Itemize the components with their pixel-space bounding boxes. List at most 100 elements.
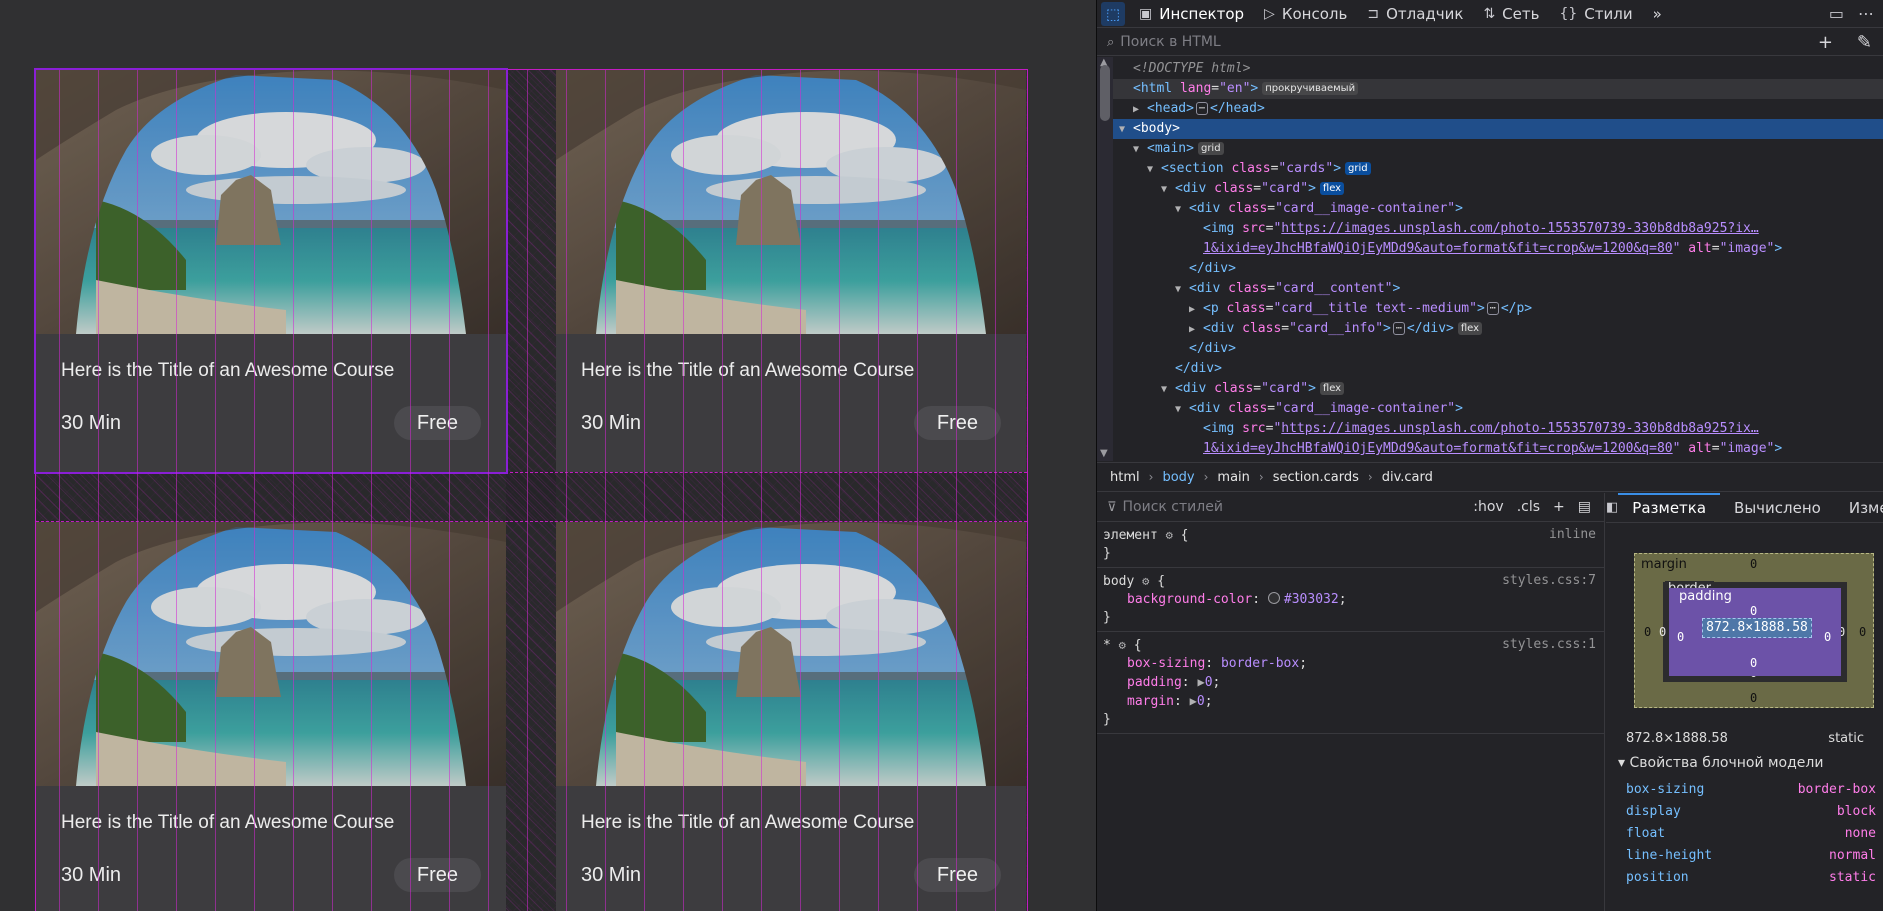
tree-node[interactable]: ▼ <div class="card__content">: [1113, 279, 1883, 299]
padding-right[interactable]: 0: [1824, 630, 1831, 644]
tree-node[interactable]: <!DOCTYPE html>: [1113, 59, 1883, 79]
rule-universal[interactable]: * ⚙ { box-sizing: border-box; padding: ▶…: [1097, 632, 1604, 734]
rule-element[interactable]: элемент ⚙ { } inline: [1097, 522, 1604, 568]
img-src-link[interactable]: 1&ixid=eyJhcHBfaWQiOjEyMDd9&auto=format&…: [1203, 441, 1673, 456]
collapse-triangle-icon[interactable]: ▼: [1119, 120, 1133, 140]
expand-triangle-icon[interactable]: ▶: [1189, 320, 1203, 340]
tree-node[interactable]: ▼ <div class="card"> flex: [1113, 179, 1883, 199]
expand-triangle-icon[interactable]: ▶: [1197, 675, 1204, 689]
tab-styles[interactable]: {} Стили: [1549, 0, 1642, 28]
breadcrumb-main[interactable]: main ›: [1217, 470, 1272, 485]
tab-console[interactable]: ▷ Консоль: [1254, 0, 1357, 28]
flex-badge[interactable]: flex: [1457, 322, 1483, 335]
tree-node[interactable]: <img src="https://images.unsplash.com/ph…: [1113, 219, 1883, 239]
dock-icon[interactable]: ▭: [1829, 4, 1844, 23]
collapse-triangle-icon[interactable]: ▼: [1175, 280, 1189, 300]
collapsed-ellipsis[interactable]: ⋯: [1195, 102, 1208, 115]
tree-node[interactable]: ▼ <div class="card__image-container">: [1113, 399, 1883, 419]
scroll-badge[interactable]: прокручиваемый: [1262, 82, 1359, 95]
print-media-icon[interactable]: ▤: [1578, 499, 1591, 515]
box-prop-row[interactable]: position static: [1626, 867, 1876, 889]
tab-debugger[interactable]: ⊐ Отладчик: [1357, 0, 1473, 28]
add-node-icon[interactable]: +: [1818, 32, 1833, 53]
expand-triangle-icon[interactable]: ▶: [1190, 694, 1197, 708]
gear-icon[interactable]: ⚙: [1119, 638, 1126, 652]
card[interactable]: Here is the Title of an Awesome Course 3…: [556, 70, 1026, 472]
collapse-triangle-icon[interactable]: ▼: [1133, 140, 1147, 160]
breadcrumb-div[interactable]: div.card: [1382, 470, 1433, 485]
styles-search-input[interactable]: [1122, 499, 1474, 515]
css-value[interactable]: border-box: [1221, 656, 1299, 671]
css-property[interactable]: background-color: [1127, 592, 1252, 607]
grid-badge[interactable]: grid: [1197, 142, 1224, 155]
breadcrumb-html[interactable]: html ›: [1110, 470, 1162, 485]
color-swatch[interactable]: [1267, 592, 1280, 604]
add-rule-icon[interactable]: +: [1553, 499, 1565, 515]
tab-inspector[interactable]: ▣ Инспектор: [1129, 0, 1254, 28]
padding-left[interactable]: 0: [1677, 630, 1684, 644]
tree-node[interactable]: </div>: [1113, 339, 1883, 359]
tab-network[interactable]: ⇅ Сеть: [1473, 0, 1549, 28]
more-tabs-button[interactable]: »: [1643, 0, 1672, 28]
overflow-menu-icon[interactable]: ⋯: [1858, 4, 1874, 23]
tree-node[interactable]: </div>: [1113, 359, 1883, 379]
html-search-input[interactable]: [1120, 34, 1806, 50]
padding-top[interactable]: 0: [1750, 604, 1757, 618]
margin-top[interactable]: 0: [1750, 557, 1757, 571]
flex-badge-active[interactable]: flex: [1319, 182, 1345, 195]
price-badge[interactable]: Free: [913, 858, 1001, 892]
tree-node[interactable]: ▶ <div class="card__info"> ⋯ </div> flex: [1113, 319, 1883, 339]
tree-node[interactable]: ▼ <section class="cards"> grid: [1113, 159, 1883, 179]
flex-badge[interactable]: flex: [1319, 382, 1345, 395]
gear-icon[interactable]: ⚙: [1166, 528, 1173, 542]
price-badge[interactable]: Free: [393, 858, 481, 892]
tree-node[interactable]: <img src="https://images.unsplash.com/ph…: [1113, 419, 1883, 439]
tree-node[interactable]: ▶ <p class="card__title text--medium"> ⋯ </…: [1113, 299, 1883, 319]
margin-right[interactable]: 0: [1859, 625, 1866, 639]
box-prop-row[interactable]: line-height normal: [1626, 845, 1876, 867]
box-model-content[interactable]: 872.8×1888.58: [1702, 618, 1812, 638]
card[interactable]: Here is the Title of an Awesome Course 3…: [36, 522, 506, 911]
css-property[interactable]: box-sizing: [1127, 656, 1205, 671]
collapsed-ellipsis[interactable]: ⋯: [1392, 322, 1405, 335]
tab-layout[interactable]: Разметка: [1618, 493, 1721, 522]
tree-node-selected[interactable]: ▼ <body>: [1113, 119, 1883, 139]
tree-node[interactable]: ▼ <main> grid: [1113, 139, 1883, 159]
breadcrumb-body[interactable]: body ›: [1162, 470, 1217, 485]
rule-body[interactable]: body ⚙ { background-color: #303032; } st…: [1097, 568, 1604, 632]
css-value[interactable]: 0: [1197, 694, 1205, 709]
box-model-margin[interactable]: margin 0 0 0 0 border 0 0 0 0 padding 0 …: [1634, 553, 1874, 708]
price-badge[interactable]: Free: [913, 406, 1001, 440]
img-src-link[interactable]: https://images.unsplash.com/photo-155357…: [1281, 421, 1758, 436]
tree-node[interactable]: ▼ <div class="card"> flex: [1113, 379, 1883, 399]
breadcrumb-section[interactable]: section.cards ›: [1273, 470, 1382, 485]
tab-computed[interactable]: Вычислено: [1720, 493, 1835, 522]
css-property[interactable]: padding: [1127, 675, 1182, 690]
tree-node[interactable]: ▼ <div class="card__image-container">: [1113, 199, 1883, 219]
margin-bottom[interactable]: 0: [1750, 691, 1757, 705]
rule-source[interactable]: styles.css:1: [1502, 636, 1596, 654]
grid-badge-active[interactable]: grid: [1345, 162, 1371, 175]
expand-triangle-icon[interactable]: ▶: [1133, 100, 1147, 120]
img-src-link[interactable]: 1&ixid=eyJhcHBfaWQiOjEyMDd9&auto=format&…: [1203, 241, 1673, 256]
card[interactable]: Here is the Title of an Awesome Course 3…: [34, 68, 508, 474]
box-props-toggle[interactable]: ▾ Свойства блочной модели: [1618, 755, 1823, 771]
box-prop-row[interactable]: float none: [1626, 823, 1876, 845]
expand-triangle-icon[interactable]: ▶: [1189, 300, 1203, 320]
margin-left[interactable]: 0: [1644, 625, 1651, 639]
eyedropper-icon[interactable]: ✎: [1857, 32, 1872, 53]
collapse-triangle-icon[interactable]: ▼: [1175, 400, 1189, 420]
box-prop-row[interactable]: display block: [1626, 801, 1876, 823]
box-prop-row[interactable]: box-sizing border-box: [1626, 779, 1876, 801]
gear-icon[interactable]: ⚙: [1142, 574, 1149, 588]
css-value[interactable]: #303032: [1284, 592, 1339, 607]
padding-bottom[interactable]: 0: [1750, 656, 1757, 670]
collapse-triangle-icon[interactable]: ▼: [1161, 380, 1175, 400]
css-value[interactable]: 0: [1205, 675, 1213, 690]
class-toggle-button[interactable]: .cls: [1517, 499, 1540, 515]
card[interactable]: Here is the Title of an Awesome Course 3…: [556, 522, 1026, 911]
hover-state-button[interactable]: :hov: [1473, 499, 1503, 515]
img-src-link[interactable]: https://images.unsplash.com/photo-155357…: [1281, 221, 1758, 236]
collapsed-ellipsis[interactable]: ⋯: [1486, 302, 1499, 315]
toggle-sidebar-icon[interactable]: ◧: [1606, 500, 1618, 515]
